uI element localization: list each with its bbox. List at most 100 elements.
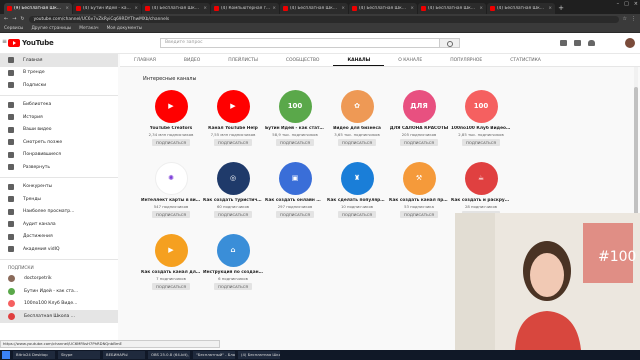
channel-card[interactable]: ▶ Как создать канал для масте...7 подписч… (140, 234, 202, 306)
bookmark-item[interactable]: Метакач (79, 26, 98, 31)
tab-channels[interactable]: КАНАЛЫ (333, 54, 385, 66)
channel-name[interactable]: Как создать канал для масте... (141, 270, 201, 275)
subscribe-button[interactable]: ПОДПИСАТЬСЯ (152, 283, 190, 290)
tab-playlists[interactable]: ПЛЕЙЛИСТЫ (214, 54, 272, 66)
subscribe-button[interactable]: ПОДПИСАТЬСЯ (400, 211, 438, 218)
channel-card[interactable]: ✺ Интеллект карты в видеомар...547 подпис… (140, 162, 202, 234)
channel-name[interactable]: YouTube Creators (141, 126, 201, 131)
channel-name[interactable]: Канал YouTube Help (203, 126, 263, 131)
taskbar-item[interactable]: ВЕБИНАРЫ (103, 351, 145, 359)
browser-tab[interactable]: (9) Бесплатная Школа Видеобл× (4, 3, 72, 14)
channel-avatar[interactable]: ☕ (464, 162, 498, 195)
channel-card[interactable]: 100 100по100 Клуб Видеомаркет...2,85 тыс.… (450, 90, 512, 162)
channel-name[interactable]: Интеллект карты в видеомар... (141, 198, 201, 203)
subscribe-button[interactable]: ПОДПИСАТЬСЯ (276, 211, 314, 218)
tab-videos[interactable]: ВИДЕО (170, 54, 214, 66)
browser-tab[interactable]: (4) Бутин Идей - как стать фрил× (73, 3, 141, 14)
apps-icon[interactable] (574, 40, 581, 46)
channel-name[interactable]: Бутин Идей - как стать фрила... (265, 126, 325, 131)
tab-about[interactable]: О КАНАЛЕ (384, 54, 436, 66)
tab-home[interactable]: ГЛАВНАЯ (120, 54, 170, 66)
tab-popular[interactable]: ПОПУЛЯРНОЕ (436, 54, 496, 66)
subscription-item[interactable]: Бутин Идей - как ста... (0, 285, 118, 298)
taskbar-item[interactable]: Skype (58, 351, 100, 359)
tab-statistics[interactable]: СТАТИСТИКА (496, 54, 555, 66)
subscribe-button[interactable]: ПОДПИСАТЬСЯ (338, 139, 376, 146)
sidebar-item-watch-later[interactable]: Смотреть позже (0, 136, 118, 149)
channel-card[interactable]: 100 Бутин Идей - как стать фрила...58,9 т… (264, 90, 326, 162)
subscribe-button[interactable]: ПОДПИСАТЬСЯ (152, 139, 190, 146)
scrollbar-thumb[interactable] (634, 87, 638, 217)
channel-avatar[interactable]: ДЛЯ (402, 90, 436, 123)
taskbar-item[interactable]: Bitrix24 Desktop (13, 351, 55, 359)
browser-tab[interactable]: (4) Компьютерная грамотность× (211, 3, 279, 14)
channel-avatar[interactable]: ▶ (216, 90, 250, 123)
channel-card[interactable]: ▶ Канал YouTube Help 7,55 млн подписчиков П… (202, 90, 264, 162)
sidebar-item-your-videos[interactable]: Ваши видео (0, 124, 118, 137)
subscription-item[interactable]: doctorpetrik (0, 273, 118, 286)
subscription-item[interactable]: 100по100 Клуб Виде... (0, 298, 118, 311)
channel-name[interactable]: 100по100 Клуб Видеомаркет... (451, 126, 511, 131)
subscribe-button[interactable]: ПОДПИСАТЬСЯ (214, 283, 252, 290)
browser-tab[interactable]: (4) Бесплатная Школа Видеобл× (487, 3, 555, 14)
close-tab-icon[interactable]: × (272, 6, 276, 11)
taskbar-item[interactable]: (4) Бесплатная Шко... (238, 351, 280, 359)
channel-avatar[interactable]: ▶ (154, 90, 188, 123)
browser-tab[interactable]: (4) Бесплатная Школа Видеобл× (280, 3, 348, 14)
subscribe-button[interactable]: ПОДПИСАТЬСЯ (214, 139, 252, 146)
browser-tab[interactable]: (4) Бесплатная Школа Видеобл× (349, 3, 417, 14)
subscribe-button[interactable]: ПОДПИСАТЬСЯ (152, 211, 190, 218)
sidebar-item-most-viewed[interactable]: Наиболее просматр... (0, 206, 118, 219)
channel-card[interactable]: ♜ Как сделать популярный дет...10 подписч… (326, 162, 388, 234)
new-tab-button[interactable]: + (556, 3, 566, 14)
close-tab-icon[interactable]: × (341, 6, 345, 11)
sidebar-item-trending[interactable]: В тренде (0, 67, 118, 80)
sidebar-item-history[interactable]: История (0, 111, 118, 124)
channel-card[interactable]: ДЛЯ ДЛЯ САЛОНА КРАСОТЫ 205 подписчиков ПОДП… (388, 90, 450, 162)
channel-avatar[interactable]: ⌂ (216, 234, 250, 267)
sidebar-item-subscriptions[interactable]: Подписки (0, 79, 118, 92)
taskbar-item[interactable]: "Бесплатный" - Блок... (193, 351, 235, 359)
browser-tab[interactable]: (4) Бесплатная Школа Видеобл× (142, 3, 210, 14)
bookmark-item[interactable]: Моя документы (107, 26, 143, 31)
create-video-icon[interactable] (560, 40, 567, 46)
star-icon[interactable]: ☆ (623, 16, 627, 22)
channel-avatar[interactable]: ✺ (154, 162, 188, 195)
url-field[interactable]: youtube.com/channel/UC6v7vZkRyiCq69RDYTh… (28, 15, 619, 23)
subscribe-button[interactable]: ПОДПИСАТЬСЯ (338, 211, 376, 218)
channel-avatar[interactable]: ◎ (216, 162, 250, 195)
channel-card[interactable]: ▣ Как создать онлайн школу с ...297 подпи… (264, 162, 326, 234)
channel-avatar[interactable]: 100 (278, 90, 312, 123)
maximize-icon[interactable]: □ (624, 1, 629, 7)
channel-card[interactable]: ⚒ Как создать канал про ремон...53 подпис… (388, 162, 450, 234)
channel-avatar[interactable]: ▣ (278, 162, 312, 195)
start-menu-icon[interactable] (2, 351, 10, 359)
channel-name[interactable]: Инструкция по созданию вид... (203, 270, 263, 275)
menu-icon[interactable]: ⋮ (631, 16, 640, 22)
channel-name[interactable]: Видео для бизнеса (327, 126, 387, 131)
sidebar-item-home[interactable]: Главная (0, 54, 118, 67)
sidebar-item-channel-audit[interactable]: Аудит канала (0, 218, 118, 231)
close-tab-icon[interactable]: × (65, 6, 69, 11)
channel-card[interactable]: ◎ Как создать туристический к...60 подпис… (202, 162, 264, 234)
channel-name[interactable]: Как создать и раскрутить кул... (451, 198, 511, 203)
channel-avatar[interactable]: ⚒ (402, 162, 436, 195)
notifications-bell-icon[interactable] (588, 40, 595, 46)
forward-icon[interactable]: → (12, 16, 16, 22)
channel-avatar[interactable]: ▶ (154, 234, 188, 267)
tab-community[interactable]: СООБЩЕСТВО (272, 54, 334, 66)
channel-avatar[interactable]: ♜ (340, 162, 374, 195)
back-icon[interactable]: ← (4, 16, 8, 22)
subscription-item[interactable]: Бесплатная Школа ... (0, 310, 118, 323)
bookmark-item[interactable]: Другие страницы (31, 26, 71, 31)
close-tab-icon[interactable]: × (410, 6, 414, 11)
channel-name[interactable]: Как создать онлайн школу с ... (265, 198, 325, 203)
taskbar-item[interactable]: OBS 25.0.8 (64-bit), ... (148, 351, 190, 359)
channel-avatar[interactable]: 100 (464, 90, 498, 123)
youtube-logo[interactable]: YouTube (8, 39, 54, 47)
channel-name[interactable]: Как сделать популярный дет... (327, 198, 387, 203)
subscribe-button[interactable]: ПОДПИСАТЬСЯ (276, 139, 314, 146)
search-button[interactable] (440, 38, 460, 48)
channel-name[interactable]: Как создать канал про ремон... (389, 198, 449, 203)
subscribe-button[interactable]: ПОДПИСАТЬСЯ (214, 211, 252, 218)
